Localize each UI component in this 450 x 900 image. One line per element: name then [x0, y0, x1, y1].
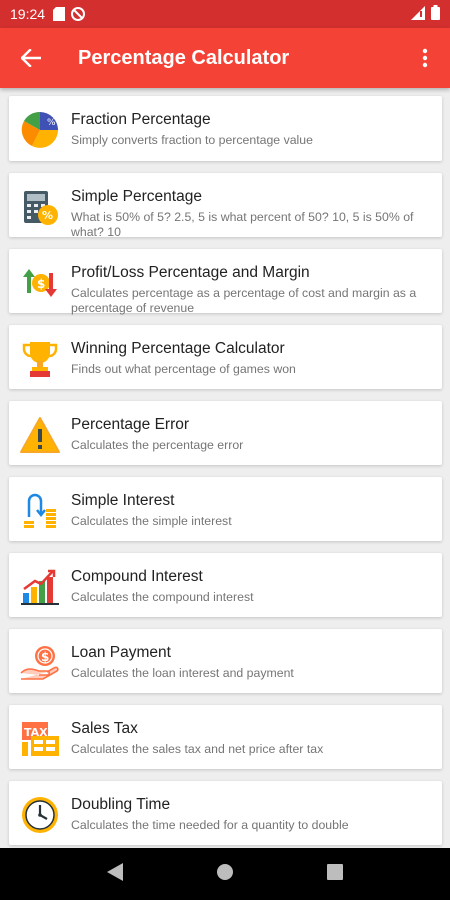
- item-description: Simply converts fraction to percentage v…: [71, 133, 313, 147]
- warning-icon: [19, 415, 61, 460]
- svg-text:$: $: [41, 650, 49, 664]
- coin-stacks-icon: [20, 491, 60, 536]
- list-item-profit-loss[interactable]: $ Profit/Loss Percentage and Margin Calc…: [9, 249, 442, 315]
- profit-loss-arrows-icon: $: [20, 263, 60, 308]
- calculator-percent-icon: %: [20, 187, 60, 232]
- svg-text:$: $: [37, 277, 45, 291]
- svg-text:%: %: [42, 209, 53, 222]
- item-description: Calculates the time needed for a quantit…: [71, 818, 349, 832]
- status-time: 19:24: [10, 6, 46, 22]
- list-item-winning-percentage[interactable]: Winning Percentage Calculator Finds out …: [9, 325, 442, 389]
- square-recents-icon: [327, 863, 344, 880]
- clock-icon: [20, 795, 60, 840]
- item-title: Percentage Error: [71, 416, 190, 433]
- list-item-simple-interest[interactable]: Simple Interest Calculates the simple in…: [9, 477, 442, 541]
- list-item-loan-payment[interactable]: $ Loan Payment Calculates the loan inter…: [9, 629, 442, 693]
- tax-icon: TAX: [19, 719, 61, 764]
- item-description: Calculates the compound interest: [71, 590, 254, 604]
- sd-card-icon: [53, 7, 66, 21]
- item-title: Simple Percentage: [71, 188, 202, 205]
- nav-recents-button[interactable]: [327, 863, 344, 885]
- signal-icon: [411, 5, 425, 23]
- item-title: Compound Interest: [71, 568, 203, 585]
- circle-home-icon: [216, 863, 233, 880]
- item-title: Fraction Percentage: [71, 111, 211, 128]
- calculator-list: % Fraction Percentage Simply converts fr…: [0, 88, 450, 848]
- trophy-icon: [20, 339, 60, 384]
- item-description: Calculates the sales tax and net price a…: [71, 742, 324, 756]
- system-nav-bar: [0, 848, 450, 900]
- more-vert-icon: [422, 48, 428, 68]
- pie-chart-icon: %: [20, 110, 60, 155]
- item-description: Calculates the percentage error: [71, 438, 244, 452]
- list-item-fraction-percentage[interactable]: % Fraction Percentage Simply converts fr…: [9, 96, 442, 161]
- nav-back-button[interactable]: [106, 862, 123, 886]
- triangle-back-icon: [106, 862, 123, 881]
- nav-home-button[interactable]: [216, 863, 234, 886]
- item-description: Calculates percentage as a percentage of…: [71, 286, 417, 315]
- item-description: Calculates the loan interest and payment: [71, 666, 294, 680]
- app-bar: Percentage Calculator: [0, 28, 450, 88]
- list-item-sales-tax[interactable]: TAX Sales Tax Calculates the sales tax a…: [9, 705, 442, 769]
- growth-chart-icon: [19, 567, 61, 612]
- list-item-doubling-time[interactable]: Doubling Time Calculates the time needed…: [9, 781, 442, 845]
- arrow-back-icon: [21, 49, 41, 67]
- item-title: Doubling Time: [71, 796, 171, 813]
- hand-coin-icon: $: [19, 643, 61, 688]
- list-item-compound-interest[interactable]: Compound Interest Calculates the compoun…: [9, 553, 442, 617]
- page-title: Percentage Calculator: [78, 46, 290, 69]
- item-title: Winning Percentage Calculator: [71, 340, 285, 357]
- item-title: Loan Payment: [71, 644, 171, 661]
- item-description: Finds out what percentage of games won: [71, 362, 296, 376]
- overflow-menu-button[interactable]: [400, 28, 450, 88]
- item-title: Sales Tax: [71, 720, 138, 737]
- back-button[interactable]: [0, 28, 62, 88]
- svg-text:%: %: [47, 118, 56, 128]
- item-title: Profit/Loss Percentage and Margin: [71, 264, 310, 281]
- status-bar: 19:24: [0, 0, 450, 28]
- item-description: Calculates the simple interest: [71, 514, 232, 528]
- item-description: What is 50% of 5? 2.5, 5 is what percent…: [71, 210, 414, 239]
- battery-icon: [431, 5, 440, 23]
- item-title: Simple Interest: [71, 492, 175, 509]
- list-item-percentage-error[interactable]: Percentage Error Calculates the percenta…: [9, 401, 442, 465]
- do-not-disturb-icon: [71, 7, 86, 21]
- list-item-simple-percentage[interactable]: % Simple Percentage What is 50% of 5? 2.…: [9, 173, 442, 239]
